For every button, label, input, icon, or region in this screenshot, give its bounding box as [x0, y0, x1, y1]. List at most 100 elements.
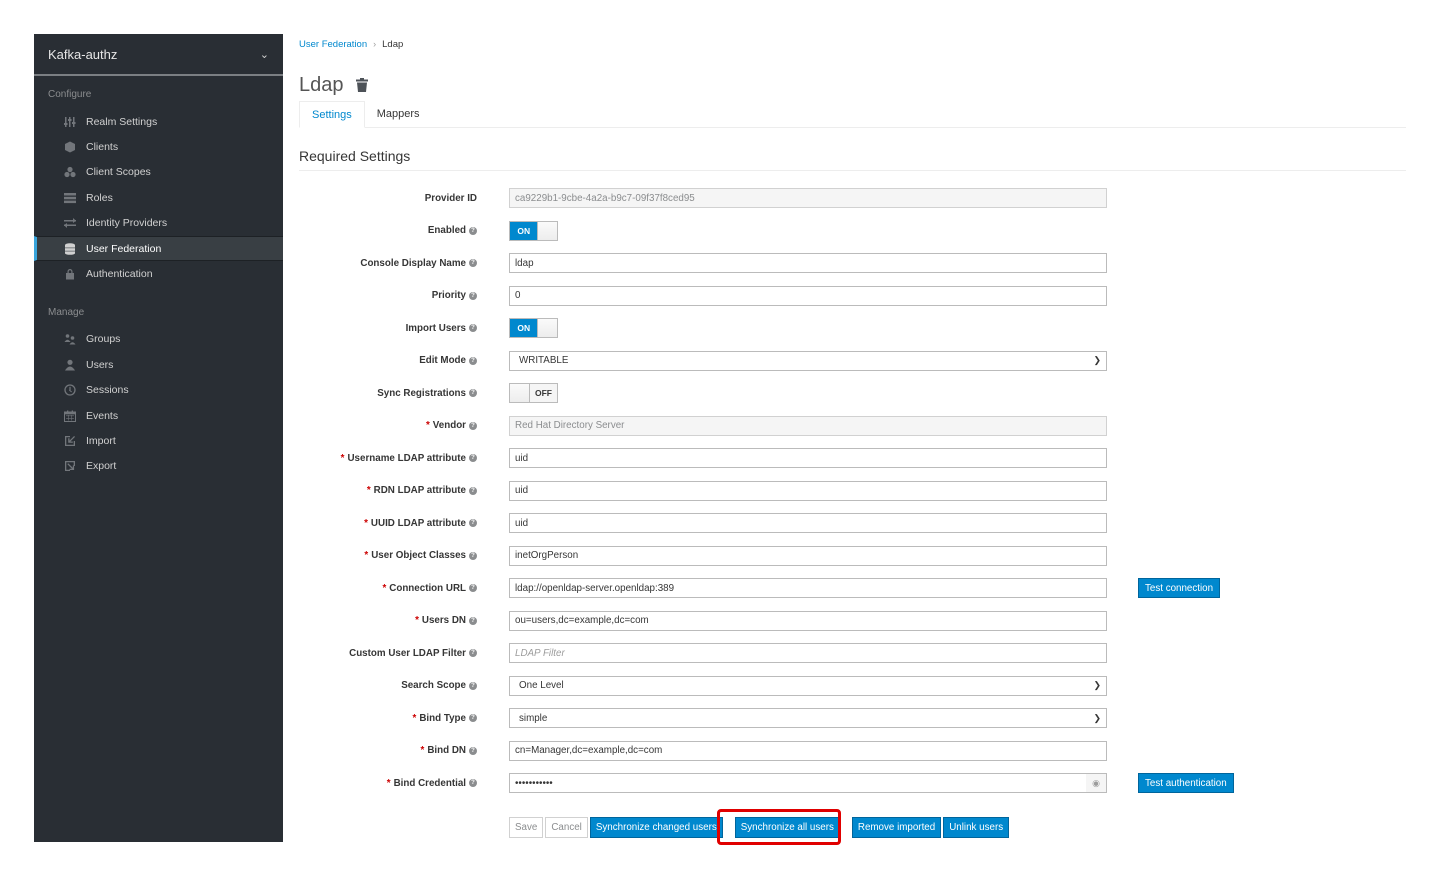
row-username-ldap-attribute: * Username LDAP attribute? uid: [299, 448, 1406, 468]
user-icon: [63, 358, 77, 372]
import-users-toggle[interactable]: ON: [509, 318, 558, 338]
title-row: Ldap: [299, 73, 1406, 97]
label-edit-mode: Edit Mode?: [419, 351, 477, 371]
help-icon[interactable]: ?: [469, 551, 477, 560]
eye-icon[interactable]: ◉: [1086, 773, 1107, 793]
cube-icon: [63, 140, 77, 154]
lock-icon: [63, 267, 77, 281]
sidebar-item-client-scopes[interactable]: Client Scopes: [34, 160, 283, 185]
manage-nav: Groups Users Sessions Events Import Expo…: [34, 327, 283, 479]
form-actions: Save Cancel Synchronize changed users Sy…: [509, 817, 1010, 838]
cubes-icon: [63, 165, 77, 179]
synchronize-changed-users-button[interactable]: Synchronize changed users: [589, 817, 723, 838]
label-text: Bind Type: [419, 712, 466, 724]
help-icon[interactable]: ?: [469, 454, 477, 462]
label-text: Vendor: [432, 420, 466, 431]
help-icon[interactable]: ?: [469, 519, 477, 527]
test-authentication-button[interactable]: Test authentication: [1138, 773, 1234, 793]
bind-type-select[interactable]: simple ❯: [509, 708, 1107, 728]
row-custom-user-ldap-filter: Custom User LDAP Filter? LDAP Filter: [299, 643, 1406, 663]
label-import-users: Import Users?: [406, 318, 477, 338]
help-icon[interactable]: ?: [469, 681, 477, 690]
chevron-down-icon: ⌄: [259, 48, 269, 61]
database-icon: [63, 242, 77, 256]
sidebar-item-label: Client Scopes: [86, 166, 151, 179]
edit-mode-select[interactable]: WRITABLE ❯: [509, 350, 1107, 371]
required-marker: *: [425, 420, 430, 431]
sidebar-item-roles[interactable]: Roles: [34, 185, 283, 210]
realm-name: Kafka-authz: [48, 46, 118, 62]
enabled-toggle[interactable]: ON: [509, 220, 558, 241]
sidebar-item-events[interactable]: Events: [34, 403, 283, 428]
help-icon[interactable]: ?: [469, 649, 477, 657]
uuid-ldap-attribute-input[interactable]: uid: [509, 513, 1107, 533]
sidebar-item-sessions[interactable]: Sessions: [34, 378, 283, 403]
help-icon[interactable]: ?: [469, 486, 477, 495]
sliders-icon: [63, 115, 77, 129]
label-text: Provider ID: [424, 192, 477, 204]
sidebar-item-realm-settings[interactable]: Realm Settings: [34, 109, 283, 134]
help-icon[interactable]: ?: [469, 356, 477, 365]
toggle-state: ON: [510, 221, 538, 240]
tab-mappers[interactable]: Mappers: [365, 101, 432, 127]
test-connection-button[interactable]: Test connection: [1138, 578, 1221, 598]
sidebar-item-groups[interactable]: Groups: [34, 327, 283, 352]
realm-selector[interactable]: Kafka-authz ⌄: [34, 34, 283, 76]
label-sync-registrations: Sync Registrations?: [377, 383, 477, 403]
help-icon[interactable]: ?: [469, 389, 477, 397]
custom-user-ldap-filter-input[interactable]: LDAP Filter: [509, 643, 1107, 663]
breadcrumb-user-federation[interactable]: User Federation: [299, 39, 367, 50]
sidebar-item-export[interactable]: Export: [34, 454, 283, 479]
sidebar-item-label: Identity Providers: [86, 217, 168, 230]
sidebar-item-identity-providers[interactable]: Identity Providers: [34, 211, 283, 236]
bind-dn-input[interactable]: cn=Manager,dc=example,dc=com: [509, 740, 1107, 761]
help-icon[interactable]: ?: [469, 324, 477, 332]
bind-credential-input[interactable]: •••••••••••: [509, 773, 1087, 793]
priority-input[interactable]: 0: [509, 285, 1107, 306]
main-content: User Federation › Ldap Ldap Settings Map…: [299, 34, 1406, 845]
help-icon[interactable]: ?: [469, 714, 477, 722]
username-ldap-attribute-input[interactable]: uid: [509, 448, 1107, 468]
exchange-icon: [63, 216, 77, 230]
tab-settings[interactable]: Settings: [299, 101, 365, 128]
sidebar-item-authentication[interactable]: Authentication: [34, 261, 283, 286]
users-dn-input[interactable]: ou=users,dc=example,dc=com: [509, 610, 1107, 631]
label-enabled: Enabled?: [428, 221, 477, 241]
label-text: Enabled: [427, 225, 466, 236]
sidebar: Kafka-authz ⌄ Configure Realm Settings C…: [34, 34, 283, 842]
unlink-users-button[interactable]: Unlink users: [943, 817, 1010, 838]
console-display-name-input[interactable]: ldap: [509, 253, 1107, 273]
row-bind-type: * Bind Type? simple ❯: [299, 708, 1406, 728]
help-icon[interactable]: ?: [469, 746, 477, 755]
search-scope-select[interactable]: One Level ❯: [509, 675, 1107, 696]
section-title-manage: Manage: [48, 306, 85, 318]
help-icon[interactable]: ?: [469, 259, 477, 267]
sync-registrations-toggle[interactable]: OFF: [509, 383, 558, 403]
label-text: Priority: [431, 290, 466, 301]
help-icon[interactable]: ?: [469, 616, 477, 625]
help-icon[interactable]: ?: [469, 421, 477, 430]
trash-icon[interactable]: [355, 78, 368, 92]
user-object-classes-input[interactable]: inetOrgPerson: [509, 545, 1107, 566]
select-value: WRITABLE: [519, 355, 569, 366]
remove-imported-button[interactable]: Remove imported: [851, 817, 942, 838]
label-text: Custom User LDAP Filter: [349, 647, 466, 659]
save-button[interactable]: Save: [509, 817, 544, 838]
calendar-icon: [63, 409, 77, 423]
help-icon[interactable]: ?: [469, 226, 477, 235]
sidebar-item-import[interactable]: Import: [34, 428, 283, 453]
help-icon[interactable]: ?: [469, 779, 477, 787]
sidebar-item-user-federation[interactable]: User Federation: [34, 235, 283, 262]
help-icon[interactable]: ?: [469, 291, 477, 300]
sidebar-item-users[interactable]: Users: [34, 352, 283, 377]
toggle-knob: [537, 319, 557, 337]
cancel-button[interactable]: Cancel: [545, 817, 588, 838]
connection-url-input[interactable]: ldap://openldap-server.openldap:389: [509, 578, 1107, 598]
sidebar-item-clients[interactable]: Clients: [34, 134, 283, 159]
help-icon[interactable]: ?: [469, 584, 477, 592]
toggle-knob: [510, 384, 530, 402]
rdn-ldap-attribute-input[interactable]: uid: [509, 480, 1107, 501]
synchronize-all-users-button[interactable]: Synchronize all users: [734, 817, 840, 838]
section-heading: Required Settings: [299, 148, 1406, 171]
required-marker: *: [386, 777, 391, 789]
